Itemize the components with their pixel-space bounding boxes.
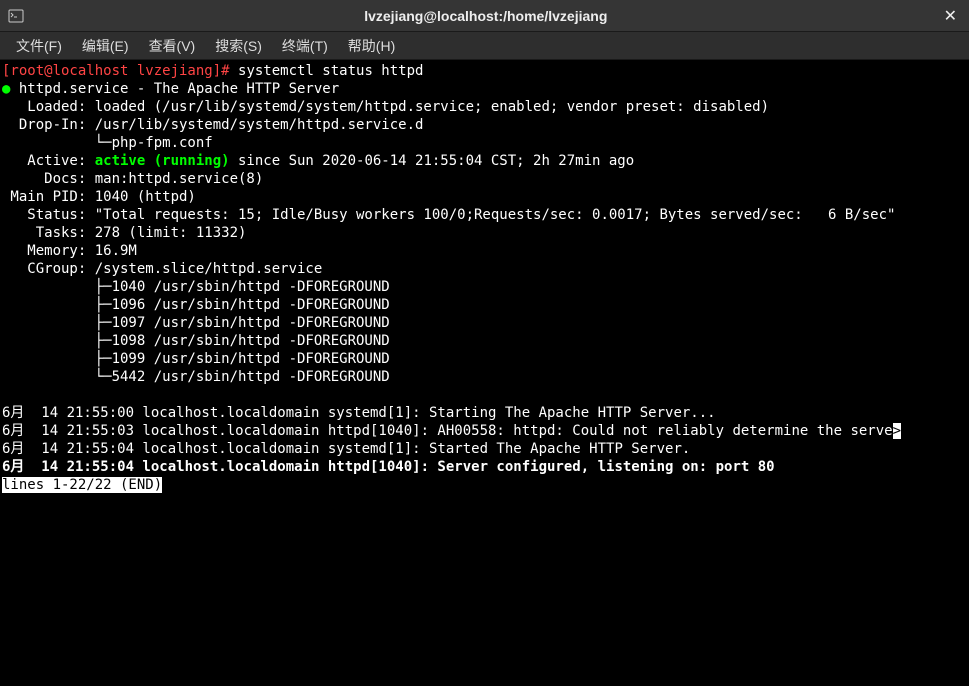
pager-status: lines 1-22/22 (END) [2, 477, 162, 493]
process-line: ├─1098 /usr/sbin/httpd -DFOREGROUND [2, 332, 967, 350]
terminal-output[interactable]: [root@localhost lvzejiang]# systemctl st… [0, 60, 969, 686]
active-since: since Sun 2020-06-14 21:55:04 CST; 2h 27… [230, 153, 635, 169]
process-line: ├─1040 /usr/sbin/httpd -DFOREGROUND [2, 278, 967, 296]
service-name: httpd.service - The Apache HTTP Server [19, 81, 339, 97]
dropin-line: Drop-In: /usr/lib/systemd/system/httpd.s… [2, 116, 967, 134]
process-line: └─5442 /usr/sbin/httpd -DFOREGROUND [2, 368, 967, 386]
titlebar: lvzejiang@localhost:/home/lvzejiang ✕ [0, 0, 969, 32]
dropin-file: └─php-fpm.conf [2, 134, 967, 152]
memory-line: Memory: 16.9M [2, 242, 967, 260]
status-line: Status: "Total requests: 15; Idle/Busy w… [2, 206, 967, 224]
command: systemctl status httpd [238, 63, 423, 79]
loaded-line: Loaded: loaded (/usr/lib/systemd/system/… [2, 98, 967, 116]
docs-line: Docs: man:httpd.service(8) [2, 170, 967, 188]
tasks-line: Tasks: 278 (limit: 11332) [2, 224, 967, 242]
close-button[interactable]: ✕ [940, 6, 961, 26]
process-line: ├─1099 /usr/sbin/httpd -DFOREGROUND [2, 350, 967, 368]
menu-file[interactable]: 文件(F) [6, 32, 72, 60]
menu-search[interactable]: 搜索(S) [205, 32, 272, 60]
menubar: 文件(F) 编辑(E) 查看(V) 搜索(S) 终端(T) 帮助(H) [0, 32, 969, 60]
mainpid-line: Main PID: 1040 (httpd) [2, 188, 967, 206]
log-line: 6月 14 21:55:00 localhost.localdomain sys… [2, 404, 967, 422]
process-line: ├─1097 /usr/sbin/httpd -DFOREGROUND [2, 314, 967, 332]
active-status: active (running) [95, 153, 230, 169]
prompt: [root@localhost lvzejiang]# [2, 63, 238, 79]
log-line: 6月 14 21:55:04 localhost.localdomain htt… [2, 458, 967, 476]
menu-view[interactable]: 查看(V) [139, 32, 206, 60]
log-overflow-indicator: > [893, 423, 901, 439]
status-bullet: ● [2, 81, 19, 97]
cgroup-line: CGroup: /system.slice/httpd.service [2, 260, 967, 278]
blank-line [2, 386, 967, 404]
active-label: Active: [2, 153, 95, 169]
terminal-icon [8, 8, 24, 24]
log-line: 6月 14 21:55:03 localhost.localdomain htt… [2, 423, 893, 439]
log-line: 6月 14 21:55:04 localhost.localdomain sys… [2, 440, 967, 458]
menu-help[interactable]: 帮助(H) [338, 32, 405, 60]
menu-edit[interactable]: 编辑(E) [72, 32, 139, 60]
menu-terminal[interactable]: 终端(T) [272, 32, 338, 60]
window-title: lvzejiang@localhost:/home/lvzejiang [32, 8, 940, 24]
process-line: ├─1096 /usr/sbin/httpd -DFOREGROUND [2, 296, 967, 314]
